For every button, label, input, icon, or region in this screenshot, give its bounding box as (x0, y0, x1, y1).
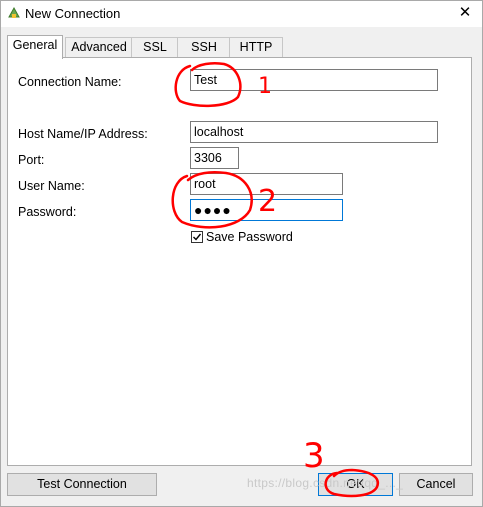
title-bar: New Connection ✕ (1, 1, 482, 27)
tab-general[interactable]: General (7, 35, 63, 59)
user-name-input[interactable]: root (190, 173, 343, 195)
tab-http[interactable]: HTTP (229, 37, 283, 58)
host-input[interactable]: localhost (190, 121, 438, 143)
check-icon (193, 233, 202, 241)
general-tab-panel: Connection Name: Test Host Name/IP Addre… (7, 57, 472, 466)
save-password-label: Save Password (206, 230, 293, 244)
password-label: Password: (18, 205, 77, 219)
tab-ssl[interactable]: SSL (131, 37, 179, 58)
new-connection-dialog: New Connection ✕ General Advanced SSL SS… (0, 0, 483, 507)
connection-name-label: Connection Name: (18, 75, 122, 89)
password-input[interactable]: ●●●● (190, 199, 343, 221)
watermark: https://blog.csdn.net/qq_..._ (247, 476, 404, 490)
user-name-label: User Name: (18, 179, 85, 193)
close-icon[interactable]: ✕ (448, 1, 482, 25)
host-label: Host Name/IP Address: (18, 127, 148, 141)
connection-name-input[interactable]: Test (190, 69, 438, 91)
save-password-checkbox[interactable] (191, 231, 203, 243)
tab-advanced[interactable]: Advanced (65, 37, 133, 58)
cancel-button[interactable]: Cancel (399, 473, 473, 496)
port-label: Port: (18, 153, 45, 167)
navicat-app-icon (7, 6, 21, 20)
test-connection-button[interactable]: Test Connection (7, 473, 157, 496)
window-title: New Connection (25, 6, 121, 21)
port-input[interactable]: 3306 (190, 147, 239, 169)
tab-ssh[interactable]: SSH (177, 37, 231, 58)
